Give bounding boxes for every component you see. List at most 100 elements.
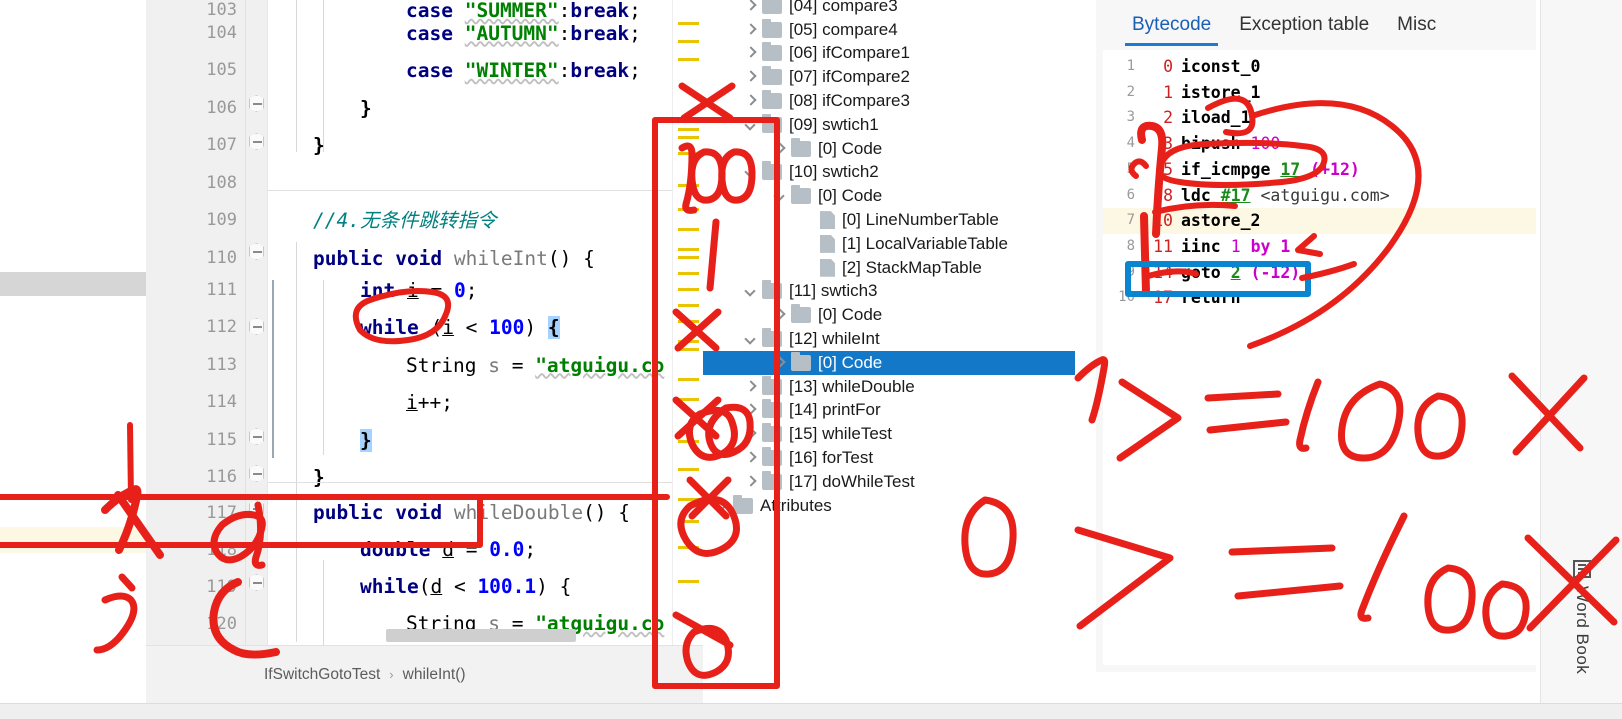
warning-marker[interactable]	[678, 136, 699, 139]
bytecode-instruction-list[interactable]: 1 0 iconst_0 2 1 istore_1 3 2 iload_1 4 3 bipush 10…	[1103, 50, 1536, 665]
chevron-right-icon[interactable]	[742, 426, 759, 443]
tree-row[interactable]: Attributes	[703, 494, 1089, 518]
warning-marker[interactable]	[678, 320, 699, 323]
chevron-right-icon[interactable]	[742, 473, 759, 490]
bytecode-operand[interactable]: 17	[1280, 160, 1300, 179]
bytecode-instruction-row[interactable]: 6 8 ldc #17 <atguigu.com>	[1103, 183, 1536, 209]
class-structure-tree[interactable]: [04] compare3 [05] compare4 [06] ifCompare…	[703, 0, 1089, 703]
tree-row[interactable]: [08] ifCompare3	[703, 89, 1089, 113]
bytecode-operand[interactable]: #17	[1221, 186, 1251, 205]
warning-marker[interactable]	[678, 398, 699, 401]
warning-marker[interactable]	[678, 256, 699, 259]
fold-marker-119[interactable]	[249, 574, 264, 591]
warning-marker[interactable]	[678, 128, 699, 131]
fold-marker-116[interactable]	[249, 465, 264, 482]
tree-row[interactable]: [0] Code	[703, 351, 1075, 375]
warning-marker[interactable]	[678, 520, 699, 523]
warning-marker[interactable]	[678, 228, 699, 231]
bytecode-instruction-row[interactable]: 10 17 return	[1103, 285, 1536, 311]
warning-marker[interactable]	[678, 498, 699, 501]
warning-marker[interactable]	[678, 184, 699, 187]
chevron-down-icon[interactable]	[771, 188, 788, 205]
warning-marker[interactable]	[678, 58, 699, 61]
code-editor-panel[interactable]: 103 104 105 106 107 108 109 110 111 112 …	[146, 0, 703, 703]
warning-marker[interactable]	[678, 208, 699, 211]
bytecode-instruction-row[interactable]: 9 14 goto 2 (-12)	[1103, 260, 1536, 286]
chevron-right-icon[interactable]	[771, 307, 788, 324]
fold-marker-106[interactable]	[249, 95, 264, 112]
tree-row[interactable]: [0] Code	[703, 184, 1089, 208]
breadcrumb-method[interactable]: whileInt()	[403, 666, 466, 684]
tree-row[interactable]: [04] compare3	[703, 0, 1089, 18]
tree-row[interactable]: [09] swtich1	[703, 113, 1089, 137]
word-book-tool-button[interactable]: Word Book	[1563, 560, 1601, 700]
warning-marker[interactable]	[678, 378, 699, 381]
tree-row[interactable]: [1] LocalVariableTable	[703, 232, 1089, 256]
chevron-right-icon[interactable]	[742, 450, 759, 467]
tree-row[interactable]: [06] ifCompare1	[703, 42, 1089, 66]
chevron-down-icon[interactable]	[742, 116, 759, 133]
editor-horizontal-scrollbar[interactable]	[386, 629, 576, 642]
tree-row[interactable]: [0] LineNumberTable	[703, 208, 1089, 232]
bytecode-instruction-row[interactable]: 1 0 iconst_0	[1103, 54, 1536, 80]
chevron-right-icon[interactable]	[742, 93, 759, 110]
line-number-gutter[interactable]: 103 104 105 106 107 108 109 110 111 112 …	[146, 0, 246, 645]
chevron-right-icon[interactable]	[742, 69, 759, 86]
chevron-right-icon[interactable]	[742, 378, 759, 395]
tree-row[interactable]: [10] swtich2	[703, 161, 1089, 185]
bytecode-instruction-row[interactable]: 7 10 astore_2	[1103, 208, 1536, 234]
warning-marker[interactable]	[678, 272, 699, 275]
tree-row[interactable]: [14] printFor	[703, 399, 1089, 423]
fold-marker-117[interactable]	[249, 500, 264, 517]
tree-row[interactable]: [15] whileTest	[703, 422, 1089, 446]
tree-row[interactable]: [11] swtich3	[703, 280, 1089, 304]
fold-marker-115[interactable]	[249, 428, 264, 445]
fold-marker-110[interactable]	[249, 243, 264, 260]
warning-marker[interactable]	[678, 152, 699, 155]
bytecode-instruction-row[interactable]: 2 1 istore_1	[1103, 80, 1536, 106]
fold-marker-112[interactable]	[249, 318, 264, 335]
warning-marker[interactable]	[678, 304, 699, 307]
warning-marker[interactable]	[678, 22, 699, 25]
right-tool-sidebar[interactable]: Word Book	[1540, 0, 1622, 703]
tree-row[interactable]: [05] compare4	[703, 18, 1089, 42]
bytecode-tab[interactable]: Exception table	[1225, 0, 1383, 50]
bytecode-tab[interactable]: Misc	[1383, 0, 1450, 50]
tree-row[interactable]: [12] whileInt	[703, 327, 1089, 351]
chevron-right-icon[interactable]	[742, 402, 759, 419]
warning-marker[interactable]	[678, 340, 699, 343]
chevron-right-icon[interactable]	[742, 45, 759, 62]
bytecode-operand[interactable]: 2	[1231, 263, 1241, 282]
tree-row[interactable]: [13] whileDouble	[703, 375, 1089, 399]
tree-row[interactable]: [17] doWhileTest	[703, 470, 1089, 494]
warning-marker[interactable]	[678, 40, 699, 43]
breadcrumb[interactable]: IfSwitchGotoTest › whileInt()	[146, 645, 703, 703]
tree-row[interactable]: [0] Code	[703, 137, 1089, 161]
chevron-down-icon[interactable]	[742, 164, 759, 181]
bytecode-instruction-row[interactable]: 3 2 iload_1	[1103, 105, 1536, 131]
warning-marker[interactable]	[678, 546, 699, 549]
error-stripe-marker-column[interactable]	[672, 0, 703, 645]
breadcrumb-class[interactable]: IfSwitchGotoTest	[264, 666, 380, 684]
code-text-area[interactable]: case "SUMMER":break; case "AUTUMN":break…	[268, 0, 703, 645]
bytecode-tab[interactable]: Bytecode	[1118, 0, 1225, 50]
bytecode-instruction-row[interactable]: 5 5 if_icmpge 17 (+12)	[1103, 157, 1536, 183]
warning-marker[interactable]	[678, 580, 699, 583]
fold-marker-107[interactable]	[249, 133, 264, 150]
chevron-down-icon[interactable]	[742, 331, 759, 348]
warning-marker[interactable]	[678, 288, 699, 291]
chevron-right-icon[interactable]	[771, 354, 788, 371]
chevron-right-icon[interactable]	[713, 497, 730, 514]
tree-row[interactable]: [07] ifCompare2	[703, 65, 1089, 89]
chevron-right-icon[interactable]	[742, 0, 759, 14]
warning-marker[interactable]	[678, 248, 699, 251]
tree-row[interactable]: [16] forTest	[703, 446, 1089, 470]
tree-row[interactable]: [2] StackMapTable	[703, 256, 1089, 280]
bytecode-instruction-row[interactable]: 8 11 iinc 1 by 1	[1103, 234, 1536, 260]
chevron-right-icon[interactable]	[742, 21, 759, 38]
chevron-right-icon[interactable]	[771, 140, 788, 157]
code-folding-gutter[interactable]	[246, 0, 268, 645]
chevron-down-icon[interactable]	[742, 283, 759, 300]
tree-row[interactable]: [0] Code	[703, 303, 1089, 327]
warning-marker[interactable]	[678, 440, 699, 443]
